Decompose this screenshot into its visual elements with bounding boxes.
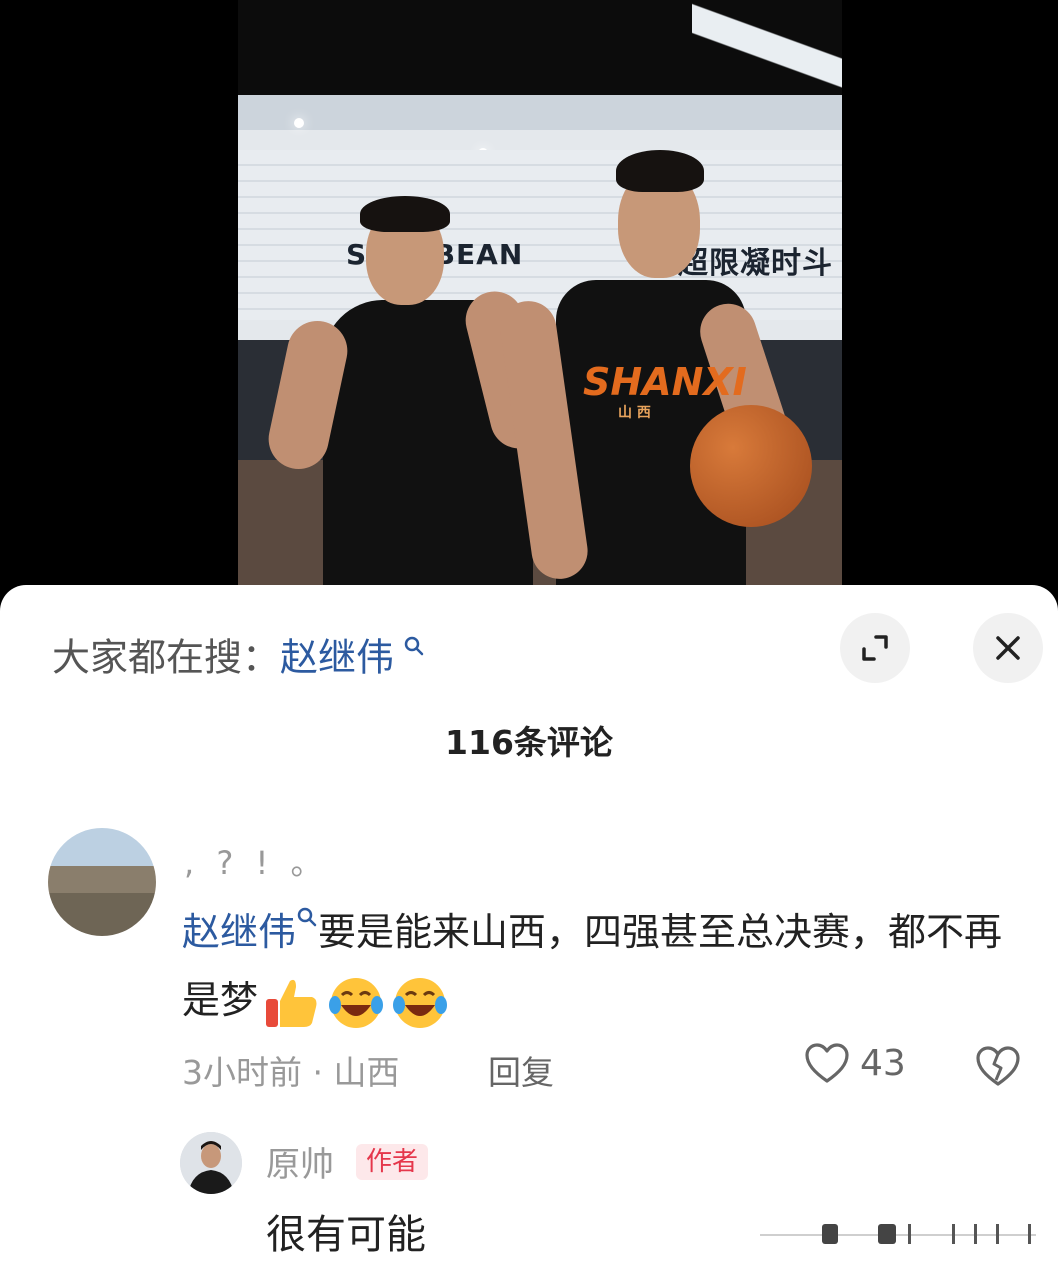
heart-icon: [805, 1043, 849, 1083]
reply-avatar[interactable]: [180, 1132, 242, 1194]
watermark-graphic: [760, 1222, 1036, 1246]
reply-button[interactable]: 回复: [488, 1046, 554, 1094]
avatar[interactable]: [48, 828, 156, 936]
reply-username[interactable]: 原帅: [266, 1137, 334, 1186]
post-photo[interactable]: S ZU BEAN 超限凝时斗场 SHANXI 山 西: [238, 0, 842, 600]
basketball: [690, 405, 812, 527]
media-area: S ZU BEAN 超限凝时斗场 SHANXI 山 西: [0, 0, 1058, 600]
close-button[interactable]: [973, 613, 1043, 683]
ceiling-light: [294, 118, 304, 128]
comment-body: 赵继伟 要是能来山西，四强甚至总决赛，都不再是梦: [182, 898, 1022, 1034]
close-icon: [996, 636, 1020, 660]
author-badge: 作者: [356, 1144, 429, 1180]
trending-search[interactable]: 大家都在搜：赵继伟: [52, 626, 425, 683]
thumbs-up-emoji: [262, 975, 322, 1031]
dislike-button[interactable]: [975, 1044, 1021, 1092]
reply-body: 很有可能: [266, 1212, 426, 1258]
like-count: 43: [860, 1042, 906, 1084]
comment-location: 山西: [333, 1053, 400, 1092]
comment-mention[interactable]: 赵继伟: [182, 910, 296, 954]
expand-icon: [862, 635, 888, 661]
trending-search-prefix: 大家都在搜：: [52, 635, 281, 680]
comment-time: 3小时前: [182, 1053, 302, 1092]
trending-search-keyword[interactable]: 赵继伟: [280, 636, 394, 680]
comment-count: 116条评论: [445, 723, 613, 762]
search-icon: [296, 907, 318, 954]
comment-meta: 3小时前 · 山西: [182, 1046, 399, 1094]
meta-separator: ·: [302, 1053, 334, 1092]
laughing-crying-emoji: [390, 975, 450, 1031]
comment-username[interactable]: , ? ! 。: [184, 838, 329, 884]
jersey-text: SHANXI: [583, 360, 747, 404]
player-left-hair: [360, 196, 450, 232]
broken-heart-icon: [976, 1046, 1020, 1086]
search-icon: [396, 636, 425, 663]
ceiling-decor: [692, 0, 842, 90]
laughing-crying-emoji: [326, 975, 386, 1031]
like-button[interactable]: 43: [804, 1042, 906, 1084]
jersey-subtext: 山 西: [618, 405, 651, 421]
player-right-hair: [616, 150, 704, 192]
expand-button[interactable]: [840, 613, 910, 683]
